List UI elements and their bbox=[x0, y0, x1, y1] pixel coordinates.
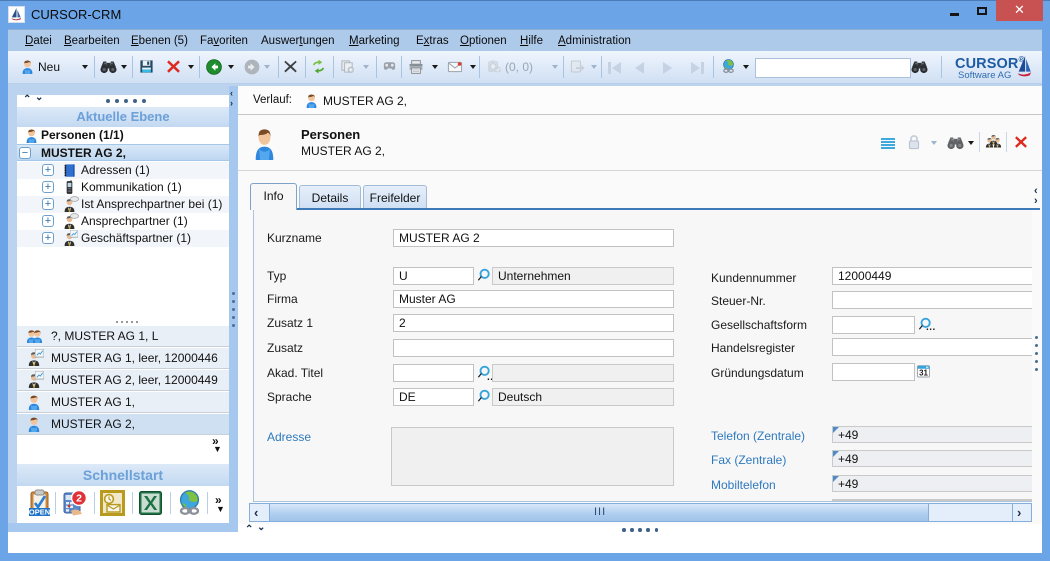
svg-text:OPEN: OPEN bbox=[29, 508, 50, 517]
svg-text:2: 2 bbox=[76, 493, 82, 505]
